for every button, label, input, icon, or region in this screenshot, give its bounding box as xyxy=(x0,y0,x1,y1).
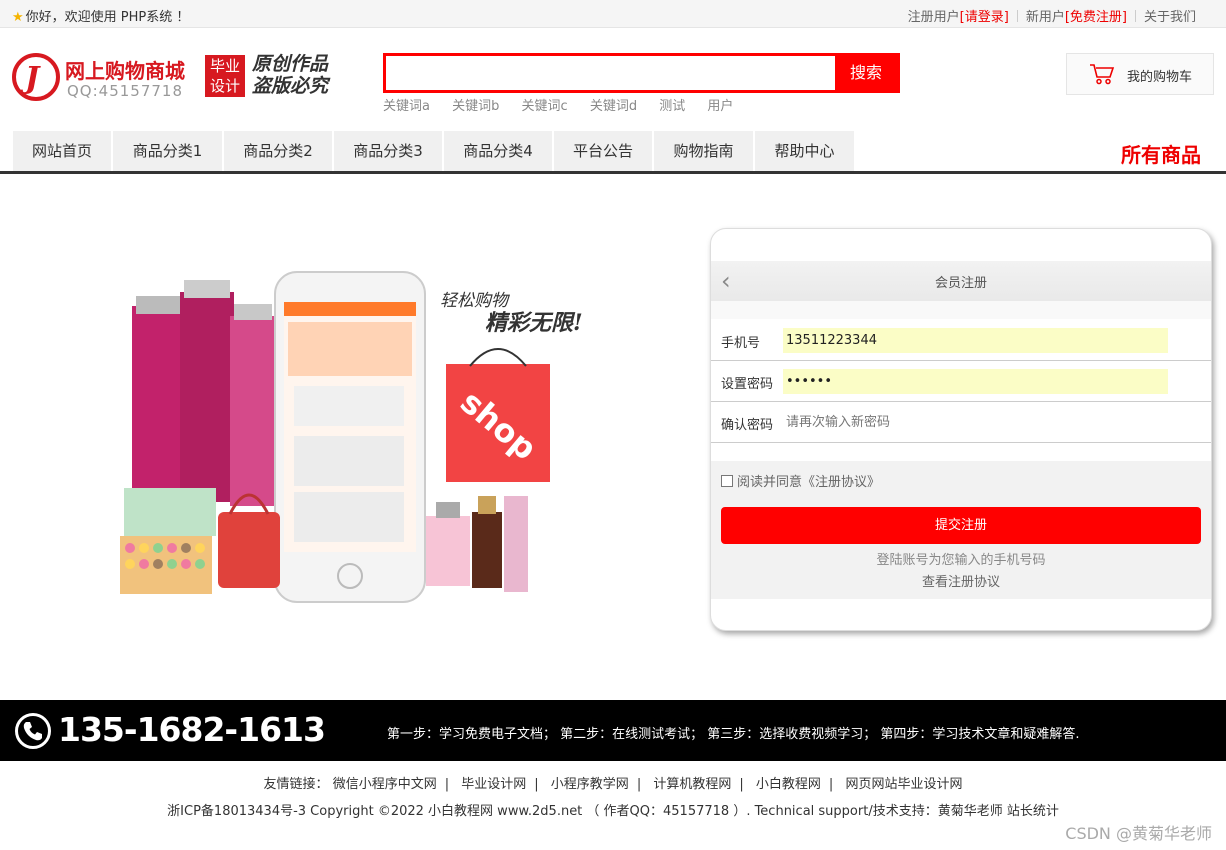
hotword-link[interactable]: 用户 xyxy=(707,99,733,114)
footer-banner: 135-1682-1613 第一步：学习免费电子文档； 第二步：在线测试考试； … xyxy=(0,700,1226,761)
top-links: 注册用户[请登录] 新用户[免费注册] 关于我们 xyxy=(908,6,1196,25)
hotword-link[interactable]: 关键词d xyxy=(590,99,637,114)
graduation-badge: 毕业 设计 xyxy=(205,55,245,97)
welcome-text: ★ 你好，欢迎使用 PHP系统 ！ xyxy=(12,10,190,25)
nav-category-1[interactable]: 商品分类1 xyxy=(113,131,223,171)
cart-label: 我的购物车 xyxy=(1127,70,1193,85)
phone-input[interactable]: 13511223344 xyxy=(783,328,1168,353)
login-link[interactable]: [请登录] xyxy=(960,10,1009,25)
hot-keywords: 关键词a 关键词b 关键词c 关键词d 测试 用户 xyxy=(383,95,751,114)
divider xyxy=(1134,10,1136,22)
friend-links: 友情链接： 微信小程序中文网 | 毕业设计网 | 小程序教学网 | 计算机教程网 | 小… xyxy=(263,777,963,792)
register-title: 会员注册 xyxy=(934,276,987,291)
about-link[interactable]: 关于我们 xyxy=(1144,10,1196,25)
agree-text[interactable]: 阅读并同意《注册协议》 xyxy=(737,475,880,490)
search-input[interactable] xyxy=(386,56,838,90)
agree-row: 阅读并同意《注册协议》 xyxy=(721,471,880,490)
register-link[interactable]: [免费注册] xyxy=(1065,10,1127,25)
logo-title[interactable]: 网上购物商城 xyxy=(65,55,185,84)
hotword-link[interactable]: 测试 xyxy=(659,99,685,114)
phone-icon xyxy=(15,713,51,749)
register-card: ‹ 会员注册 手机号 13511223344 设置密码 •••••• 确认密码 … xyxy=(710,228,1212,631)
phone-label: 手机号 xyxy=(721,336,761,351)
hotword-link[interactable]: 关键词b xyxy=(452,99,499,114)
main-nav: 网站首页 商品分类1 商品分类2 商品分类3 商品分类4 平台公告 购物指南 帮… xyxy=(0,131,1226,174)
slogan: 原创作品 盗版必究 xyxy=(252,53,329,97)
friend-link[interactable]: 毕业设计网 xyxy=(461,777,526,792)
account-hint: 登陆账号为您输入的手机号码 xyxy=(876,553,1046,568)
banner-slogan-bottom: 精彩无限! xyxy=(485,310,583,336)
password-input[interactable]: •••••• xyxy=(783,369,1168,394)
submit-register-button[interactable]: 提交注册 xyxy=(721,507,1201,544)
password-label: 设置密码 xyxy=(721,377,774,392)
banner-illustration: shop 轻松购物 精彩无限! xyxy=(120,271,583,603)
confirm-password-label: 确认密码 xyxy=(721,418,774,433)
confirm-password-row: 确认密码 请再次输入新密码 xyxy=(711,402,1211,443)
nav-help-center[interactable]: 帮助中心 xyxy=(755,131,855,171)
cart-icon xyxy=(1090,64,1115,85)
friend-links-label: 友情链接： xyxy=(263,777,329,792)
banner-image: shop 轻松购物 精彩无限! xyxy=(110,266,630,616)
banner-slogan-top: 轻松购物 xyxy=(440,291,511,311)
registered-user-label: 注册用户 xyxy=(907,10,960,25)
nav-category-4[interactable]: 商品分类4 xyxy=(444,131,553,171)
friend-link[interactable]: 计算机教程网 xyxy=(653,777,731,792)
divider xyxy=(1016,10,1018,22)
confirm-password-input[interactable]: 请再次输入新密码 xyxy=(783,410,1168,435)
all-goods-link[interactable]: 所有商品 xyxy=(1121,139,1201,168)
new-user-label: 新用户 xyxy=(1025,10,1065,25)
copyright: 浙ICP备18013434号-3 Copyright ©2022 小白教程网 w… xyxy=(167,804,1059,819)
nav-shopping-guide[interactable]: 购物指南 xyxy=(654,131,754,171)
friend-link[interactable]: 小白教程网 xyxy=(756,777,821,792)
register-header: ‹ 会员注册 xyxy=(711,261,1211,301)
nav-category-2[interactable]: 商品分类2 xyxy=(224,131,333,171)
logo-icon[interactable]: J xyxy=(12,53,60,101)
logo-qq: QQ:45157718 xyxy=(67,82,184,100)
hotword-link[interactable]: 关键词a xyxy=(383,99,430,114)
password-row: 设置密码 •••••• xyxy=(711,361,1211,402)
search-box: 搜索 xyxy=(383,53,900,93)
register-actions: 阅读并同意《注册协议》 提交注册 登陆账号为您输入的手机号码 查看注册协议 xyxy=(711,461,1211,599)
agree-checkbox[interactable] xyxy=(721,475,733,487)
friend-link[interactable]: 小程序教学网 xyxy=(551,777,629,792)
friend-link[interactable]: 网页网站毕业设计网 xyxy=(845,777,962,792)
phone-row: 手机号 13511223344 xyxy=(711,320,1211,361)
learning-steps: 第一步：学习免费电子文档； 第二步：在线测试考试； 第三步：选择收费视频学习； … xyxy=(387,727,1080,742)
search-button[interactable]: 搜索 xyxy=(835,56,897,90)
nav-category-3[interactable]: 商品分类3 xyxy=(334,131,443,171)
cart-button[interactable]: 我的购物车 xyxy=(1066,53,1214,95)
star-icon: ★ xyxy=(12,10,24,25)
watermark: CSDN @黄菊华老师 xyxy=(1065,824,1212,843)
nav-home[interactable]: 网站首页 xyxy=(13,131,112,171)
hotword-link[interactable]: 关键词c xyxy=(522,99,568,114)
hotline-number: 135-1682-1613 xyxy=(58,710,326,749)
nav-announcements[interactable]: 平台公告 xyxy=(554,131,653,171)
top-bar: ★ 你好，欢迎使用 PHP系统 ！ 注册用户[请登录] 新用户[免费注册] 关于我们 xyxy=(0,0,1226,28)
friend-link[interactable]: 微信小程序中文网 xyxy=(333,777,437,792)
view-agreement-link[interactable]: 查看注册协议 xyxy=(711,571,1211,590)
